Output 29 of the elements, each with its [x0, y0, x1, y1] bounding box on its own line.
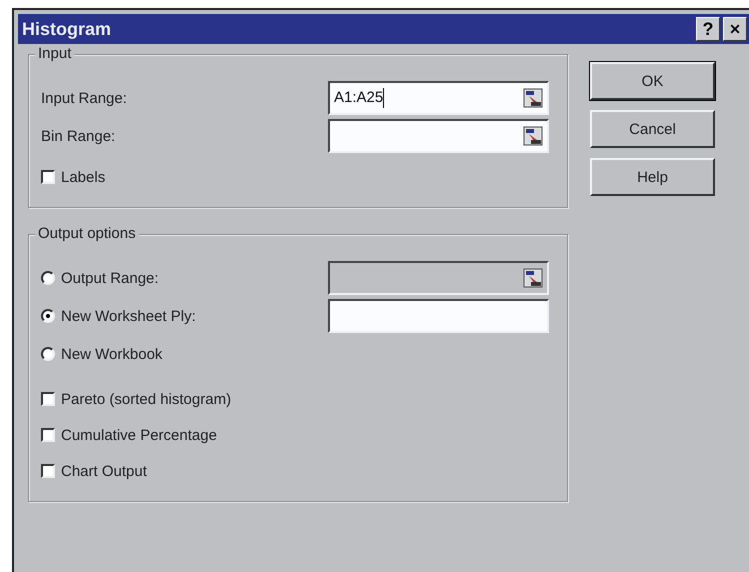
checkbox[interactable]: [41, 428, 55, 442]
radio-button[interactable]: [41, 271, 55, 285]
window-title: Histogram: [22, 18, 112, 40]
radio-label[interactable]: New Worksheet Ply:: [61, 308, 196, 324]
checkbox[interactable]: [41, 464, 55, 478]
range-field[interactable]: [328, 119, 549, 153]
checkbox-label[interactable]: Cumulative Percentage: [61, 426, 217, 444]
checkbox[interactable]: [41, 392, 55, 406]
range-picker-icon[interactable]: [523, 126, 543, 146]
radio-label[interactable]: Output Range:: [61, 270, 159, 286]
checkbox-label[interactable]: Labels: [61, 168, 106, 186]
field-label: Bin Range:: [41, 128, 116, 144]
title-bar-button[interactable]: ×: [723, 17, 747, 41]
checkbox[interactable]: [41, 170, 55, 184]
checkbox-label[interactable]: Chart Output: [61, 462, 147, 480]
range-picker-icon[interactable]: [523, 88, 543, 108]
range-field[interactable]: A1:A25: [328, 81, 549, 115]
radio-button[interactable]: [41, 309, 55, 323]
group-title: Input: [35, 45, 74, 62]
title-bar-button[interactable]: ?: [696, 17, 720, 41]
dialog-button[interactable]: Help: [590, 158, 715, 196]
radio-button[interactable]: [41, 347, 55, 361]
radio-label[interactable]: New Workbook: [61, 346, 162, 362]
dialog-button[interactable]: Cancel: [590, 110, 715, 148]
dialog-button[interactable]: OK: [590, 62, 715, 100]
checkbox-label[interactable]: Pareto (sorted histogram): [61, 390, 232, 408]
group-title: Output options: [35, 225, 139, 242]
range-field[interactable]: [328, 299, 549, 333]
field-label: Input Range:: [41, 90, 128, 106]
